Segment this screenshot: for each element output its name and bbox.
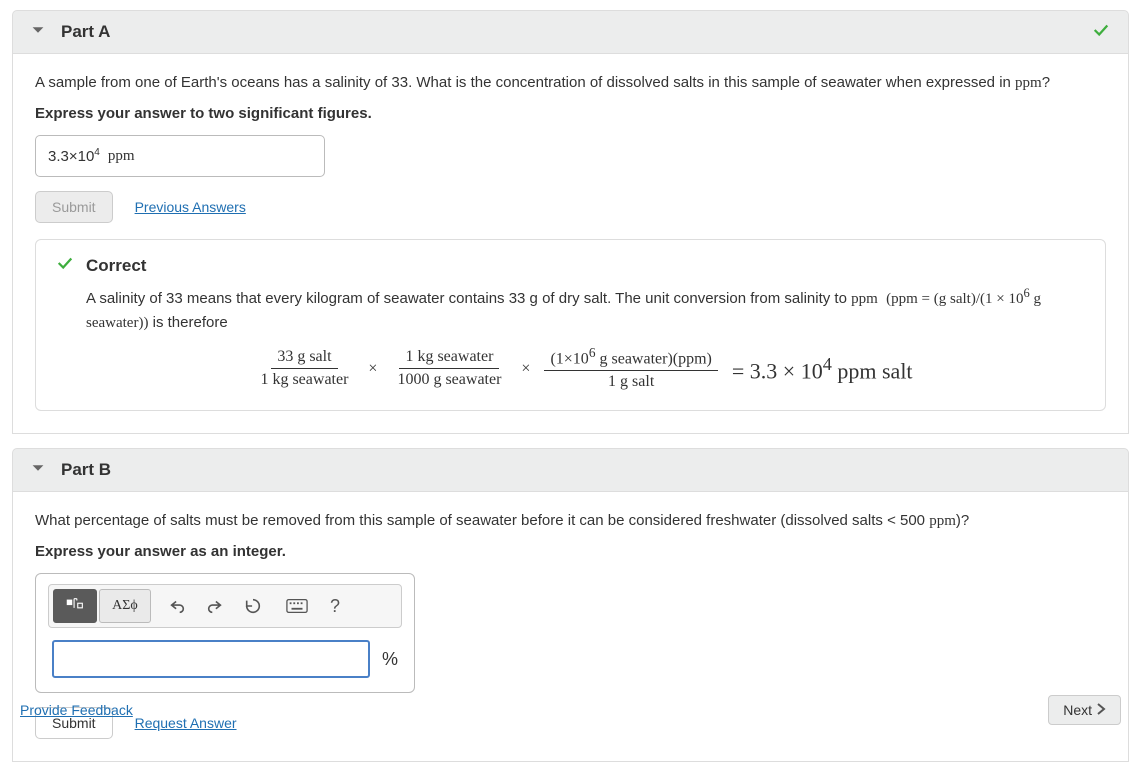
times-icon: ×	[364, 360, 381, 378]
percent-unit: %	[382, 649, 398, 670]
keyboard-icon[interactable]	[279, 589, 315, 623]
part-b-title: Part B	[61, 460, 111, 480]
part-a-question: A sample from one of Earth's oceans has …	[35, 72, 1106, 95]
help-icon[interactable]: ?	[317, 589, 353, 623]
editor-toolbar: ΑΣϕ ?	[48, 584, 402, 628]
part-a-title: Part A	[61, 22, 110, 42]
part-b-question-post: )?	[956, 512, 969, 529]
part-b-question: What percentage of salts must be removed…	[35, 510, 1106, 533]
check-icon	[1092, 21, 1110, 44]
part-a-answer-display: 3.3×104 ppm	[35, 135, 325, 177]
explain-pre: A salinity of 33 means that every kilogr…	[86, 290, 851, 307]
ppm-token: ppm	[929, 513, 956, 529]
check-icon	[56, 254, 74, 277]
part-b-question-pre: What percentage of salts must be removed…	[35, 512, 929, 529]
redo-icon[interactable]	[197, 589, 233, 623]
previous-answers-link[interactable]: Previous Answers	[135, 199, 246, 215]
part-a-submit-button: Submit	[35, 191, 113, 223]
part-b-header[interactable]: Part B	[12, 448, 1129, 492]
frac1-num: 33 g salt	[271, 347, 337, 369]
reset-icon[interactable]	[235, 589, 271, 623]
part-a-question-pre: A sample from one of Earth's oceans has …	[35, 74, 1015, 91]
part-a-button-row: Submit Previous Answers	[35, 191, 1106, 223]
correct-explanation: A salinity of 33 means that every kilogr…	[86, 283, 1085, 335]
caret-down-icon	[29, 459, 47, 481]
frac3-num: (1×106 g seawater)(ppm)	[544, 345, 717, 371]
caret-down-icon	[29, 21, 47, 43]
part-a-instruction: Express your answer to two significant f…	[35, 103, 1106, 126]
fraction-1: 33 g salt 1 kg seawater	[254, 347, 354, 390]
times-icon: ×	[517, 360, 534, 378]
frac1-den: 1 kg seawater	[254, 369, 354, 390]
part-a-question-post: ?	[1042, 74, 1050, 91]
correct-feedback-panel: Correct A salinity of 33 means that ever…	[35, 239, 1106, 411]
ppm-token: ppm	[851, 291, 878, 307]
part-a-body: A sample from one of Earth's oceans has …	[12, 54, 1129, 434]
frac2-den: 1000 g seawater	[391, 369, 507, 390]
ppm-token: ppm	[1015, 75, 1042, 91]
conversion-formula: 33 g salt 1 kg seawater × 1 kg seawater …	[86, 345, 1085, 392]
frac2-num: 1 kg seawater	[399, 347, 499, 369]
correct-heading: Correct	[86, 256, 146, 276]
part-a-answer-value: 3.3×104	[48, 147, 100, 165]
part-a-answer-unit: ppm	[108, 148, 135, 165]
page-footer: Provide Feedback Next	[20, 695, 1121, 725]
next-label: Next	[1063, 702, 1092, 718]
next-button[interactable]: Next	[1048, 695, 1121, 725]
part-b-answer-input[interactable]	[52, 640, 370, 678]
frac3-den: 1 g salt	[602, 371, 660, 392]
template-icon[interactable]	[53, 589, 97, 623]
provide-feedback-link[interactable]: Provide Feedback	[20, 702, 133, 718]
greek-symbols-button[interactable]: ΑΣϕ	[99, 589, 151, 623]
explain-post: is therefore	[153, 314, 228, 331]
part-b-instruction: Express your answer as an integer.	[35, 541, 1106, 564]
fraction-2: 1 kg seawater 1000 g seawater	[391, 347, 507, 390]
chevron-right-icon	[1096, 702, 1106, 718]
answer-editor: ΑΣϕ ? %	[35, 573, 415, 693]
fraction-3: (1×106 g seawater)(ppm) 1 g salt	[544, 345, 717, 392]
result-expression: = 3.3 × 104 ppm salt	[728, 354, 917, 384]
undo-icon[interactable]	[159, 589, 195, 623]
part-a-header[interactable]: Part A	[12, 10, 1129, 54]
